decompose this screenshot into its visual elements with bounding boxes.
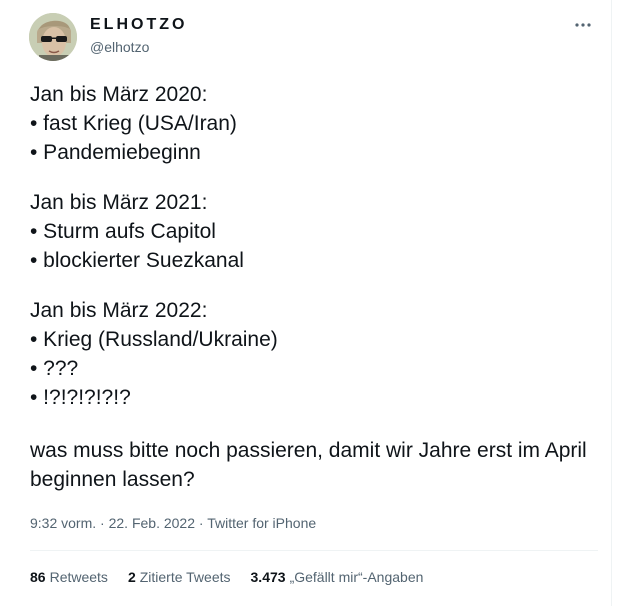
quotes-label: Zitierte Tweets xyxy=(139,569,231,585)
engagement-stats: 86 Retweets 2 Zitierte Tweets 3.473 „Gefäll… xyxy=(30,569,423,585)
author-display-name[interactable]: ELHOTZO xyxy=(90,16,187,34)
meta-separator: · xyxy=(198,515,208,531)
author-handle[interactable]: @elhotzo xyxy=(90,39,149,55)
tweet-date[interactable]: 22. Feb. 2022 xyxy=(109,515,195,531)
tweet-line: • blockierter Suezkanal xyxy=(30,249,244,272)
retweets-stat[interactable]: 86 Retweets xyxy=(30,569,108,585)
tweet-time[interactable]: 9:32 vorm. xyxy=(30,515,96,531)
likes-stat[interactable]: 3.473 „Gefällt mir“-Angaben xyxy=(251,569,424,585)
tweet-closing-text: was muss bitte noch passieren, damit wir… xyxy=(30,439,587,491)
tweet-meta: 9:32 vorm. · 22. Feb. 2022 · Twitter for… xyxy=(30,515,316,531)
divider xyxy=(30,550,598,551)
avatar[interactable] xyxy=(29,13,77,61)
tweet-line: • ??? xyxy=(30,357,79,380)
tweet-line: • Sturm aufs Capitol xyxy=(30,220,216,243)
tweet-line: • Pandemiebeginn xyxy=(30,141,201,164)
retweets-label: Retweets xyxy=(49,569,108,585)
tweet-line: Jan bis März 2022: xyxy=(30,299,208,322)
tweet-line: • Krieg (Russland/Ukraine) xyxy=(30,328,278,351)
likes-count: 3.473 xyxy=(250,569,286,585)
tweet-card: ELHOTZO @elhotzo Jan bis März 2020: • fa… xyxy=(0,0,612,606)
tweet-line: Jan bis März 2021: xyxy=(30,191,208,214)
retweets-count: 86 xyxy=(30,569,46,585)
tweet-source[interactable]: Twitter for iPhone xyxy=(207,515,316,531)
likes-label: „Gefällt mir“-Angaben xyxy=(289,569,424,585)
more-options-button[interactable] xyxy=(572,14,594,36)
more-horizontal-icon xyxy=(575,23,591,27)
tweet-line: Jan bis März 2020: xyxy=(30,83,208,106)
tweet-line: • !?!?!?!?!? xyxy=(30,386,131,409)
meta-separator: · xyxy=(100,515,109,531)
quotes-count: 2 xyxy=(127,569,136,585)
tweet-text: Jan bis März 2020: • fast Krieg (USA/Ira… xyxy=(30,80,600,494)
quote-tweets-stat[interactable]: 2 Zitierte Tweets xyxy=(128,569,231,585)
profile-photo xyxy=(29,13,77,61)
tweet-line: • fast Krieg (USA/Iran) xyxy=(30,112,237,135)
